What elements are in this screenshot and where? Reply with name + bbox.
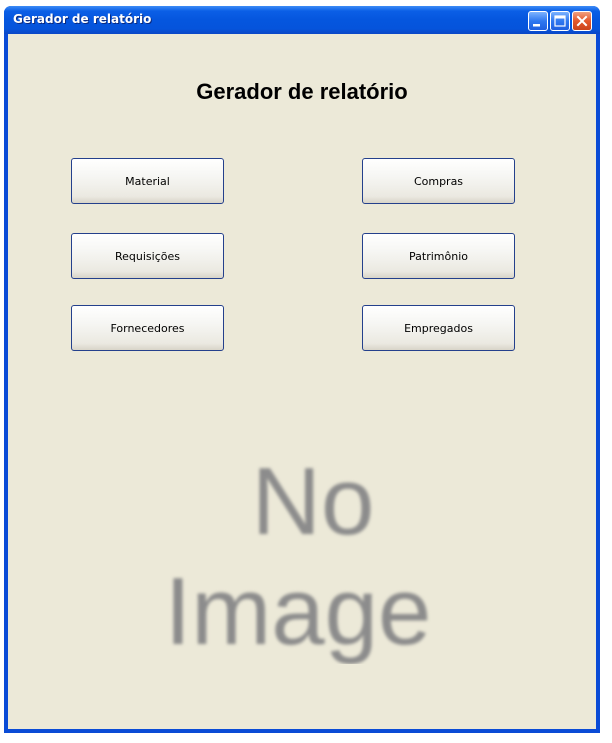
material-button[interactable]: Material xyxy=(71,158,224,204)
page-title: Gerador de relatório xyxy=(196,79,408,104)
close-icon xyxy=(576,15,588,27)
no-image-line2: Image xyxy=(165,558,432,664)
window-client-area: Gerador de relatório Material Compras Re… xyxy=(8,34,596,729)
maximize-icon xyxy=(554,15,566,27)
fornecedores-button[interactable]: Fornecedores xyxy=(71,305,224,351)
no-image-line1: No xyxy=(252,448,375,555)
empregados-button[interactable]: Empregados xyxy=(362,305,515,351)
window-title: Gerador de relatório xyxy=(13,12,152,26)
report-generator-window: Gerador de relatório Gerador de relatóri… xyxy=(4,6,600,733)
close-button[interactable] xyxy=(572,11,592,31)
compras-button[interactable]: Compras xyxy=(362,158,515,204)
minimize-button[interactable] xyxy=(528,11,548,31)
no-image-placeholder: No Image xyxy=(138,424,468,665)
maximize-button[interactable] xyxy=(550,11,570,31)
title-bar[interactable]: Gerador de relatório xyxy=(4,6,600,34)
minimize-icon xyxy=(533,24,540,27)
requisicoes-button[interactable]: Requisições xyxy=(71,233,224,279)
patrimonio-button[interactable]: Patrimônio xyxy=(362,233,515,279)
